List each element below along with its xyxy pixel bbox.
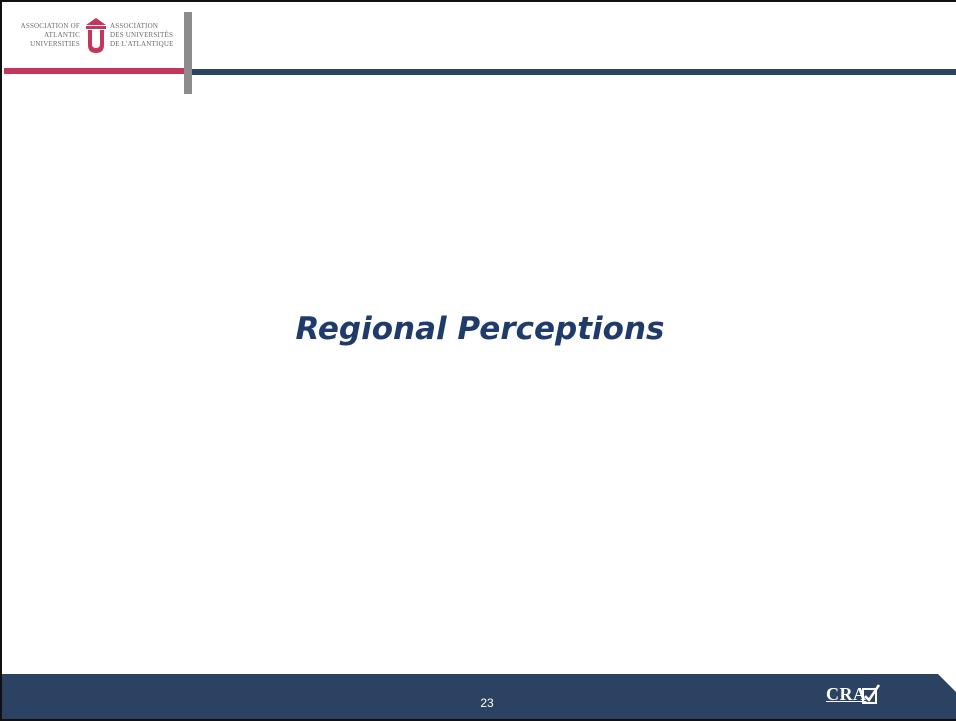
header-divider bbox=[184, 12, 192, 94]
slide: ASSOCIATION OF ATLANTIC UNIVERSITIES ASS… bbox=[0, 0, 956, 721]
slide-title: Regional Perceptions bbox=[295, 311, 665, 347]
logo-text-english: ASSOCIATION OF ATLANTIC UNIVERSITIES bbox=[20, 22, 80, 48]
university-shield-icon bbox=[86, 18, 106, 53]
cra-logo-text: CRA bbox=[826, 684, 867, 704]
checkmark-ballot-icon bbox=[862, 684, 880, 704]
aau-logo: ASSOCIATION OF ATLANTIC UNIVERSITIES ASS… bbox=[6, 18, 182, 62]
header-rule bbox=[192, 69, 956, 75]
cra-logo: CRA bbox=[826, 684, 880, 714]
logo-text-french: ASSOCIATION DES UNIVERSITÉS DE L'ATLANTI… bbox=[110, 22, 174, 48]
footer-bar: 23 CRA bbox=[2, 674, 956, 719]
header-accent-bar bbox=[4, 68, 184, 74]
page-number: 23 bbox=[480, 696, 494, 710]
